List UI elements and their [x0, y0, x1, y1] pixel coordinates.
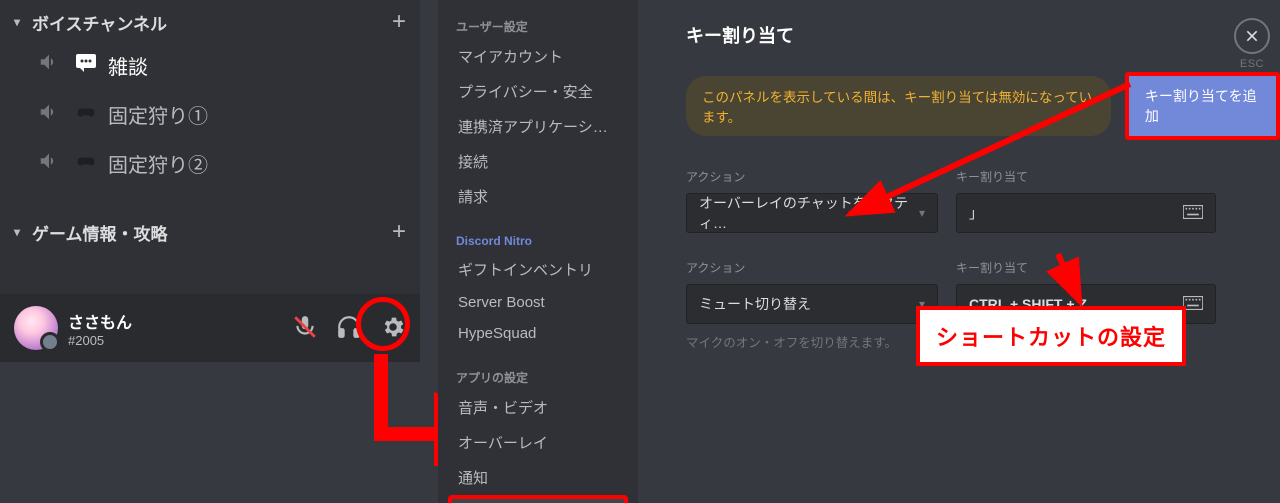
- channel-label: 固定狩り①: [108, 100, 208, 129]
- speech-bubble-icon: [74, 50, 98, 80]
- gamepad-icon: [74, 151, 98, 177]
- keybind-input-1[interactable]: 」: [956, 193, 1216, 233]
- settings-item-voice-video[interactable]: 音声・ビデオ: [448, 390, 628, 425]
- chevron-down-icon: ▾: [14, 225, 26, 239]
- settings-item-boost[interactable]: Server Boost: [448, 287, 628, 318]
- add-channel-icon[interactable]: +: [392, 8, 406, 36]
- action-select-2[interactable]: ミュート切り替え ▾: [686, 284, 938, 324]
- channel-label: 固定狩り②: [108, 149, 208, 178]
- speaker-icon: [38, 51, 62, 79]
- settings-header-nitro: Discord Nitro: [448, 224, 628, 252]
- settings-item-my-account[interactable]: マイアカウント: [448, 39, 628, 74]
- settings-item-hypesquad[interactable]: HypeSquad: [448, 318, 628, 349]
- settings-sidebar: ユーザー設定 マイアカウント プライバシー・安全 連携済アプリケーショ… 接続 …: [438, 0, 638, 503]
- settings-item-connections[interactable]: 接続: [448, 144, 628, 179]
- settings-main: キー割り当て このパネルを表示している間は、キー割り当ては無効になっています。 …: [638, 0, 1280, 503]
- server-channel-panel: ▾ ボイスチャンネル + 雑談 固定狩り① 固定狩り② ▾ ゲーム情報・攻略: [0, 0, 420, 362]
- keybind-label: キー割り当て: [956, 259, 1216, 276]
- settings-item-gift[interactable]: ギフトインベントリ: [448, 252, 628, 287]
- settings-header-app: アプリの設定: [448, 359, 628, 390]
- settings-header-user: ユーザー設定: [448, 8, 628, 39]
- user-bar: ささもん #2005: [0, 294, 420, 362]
- annotation-shortcut-label: ショートカットの設定: [916, 306, 1186, 366]
- action-label: アクション: [686, 259, 938, 276]
- keybind-row-1: アクション オーバーレイのチャットをアクティ… ▾ キー割り当て 」: [686, 168, 1280, 233]
- settings-item-privacy[interactable]: プライバシー・安全: [448, 74, 628, 109]
- keybind-input-1-value: 」: [969, 203, 983, 223]
- action-select-2-value: ミュート切り替え: [699, 294, 811, 314]
- page-title: キー割り当て: [686, 22, 1280, 48]
- keyboard-icon: [1183, 205, 1203, 222]
- mute-mic-icon[interactable]: [292, 314, 318, 343]
- close-settings-button[interactable]: [1234, 18, 1270, 54]
- user-discriminator: #2005: [68, 333, 132, 348]
- settings-item-overlay[interactable]: オーバーレイ: [448, 425, 628, 460]
- headphones-icon[interactable]: [336, 314, 362, 343]
- esc-label: ESC: [1240, 58, 1264, 70]
- action-label: アクション: [686, 168, 938, 185]
- username: ささもん: [68, 309, 132, 333]
- add-keybind-button[interactable]: キー割り当てを追加: [1125, 72, 1280, 140]
- channel-label: 雑談: [108, 51, 148, 80]
- voice-channel-chat[interactable]: 雑談: [0, 40, 420, 90]
- gear-icon[interactable]: [380, 314, 406, 343]
- action-select-1[interactable]: オーバーレイのチャットをアクティ… ▾: [686, 193, 938, 233]
- voice-channel-fixed2[interactable]: 固定狩り②: [0, 139, 420, 188]
- settings-item-authorized-apps[interactable]: 連携済アプリケーショ…: [448, 109, 628, 144]
- action-helper-2: マイクのオン・オフを切り替えます。: [686, 332, 938, 351]
- chevron-down-icon: ▾: [14, 15, 26, 29]
- add-channel-icon[interactable]: +: [392, 218, 406, 246]
- voice-channel-fixed1[interactable]: 固定狩り①: [0, 90, 420, 139]
- keybind-label: キー割り当て: [956, 168, 1216, 185]
- chevron-down-icon: ▾: [919, 206, 925, 220]
- user-info: ささもん #2005: [68, 309, 132, 348]
- voice-category[interactable]: ▾ ボイスチャンネル +: [0, 0, 420, 40]
- keybind-disabled-warning: このパネルを表示している間は、キー割り当ては無効になっています。: [686, 76, 1111, 136]
- speaker-icon: [38, 101, 62, 129]
- gamepad-icon: [74, 102, 98, 128]
- settings-item-keybinds[interactable]: キー割り当て: [448, 495, 628, 503]
- voice-category-label: ボイスチャンネル: [32, 10, 167, 35]
- settings-item-billing[interactable]: 請求: [448, 179, 628, 214]
- game-category[interactable]: ▾ ゲーム情報・攻略 +: [0, 210, 420, 250]
- action-select-1-value: オーバーレイのチャットをアクティ…: [699, 193, 919, 233]
- speaker-icon: [38, 150, 62, 178]
- avatar[interactable]: [14, 306, 58, 350]
- settings-item-notifications[interactable]: 通知: [448, 460, 628, 495]
- game-category-label: ゲーム情報・攻略: [32, 220, 168, 245]
